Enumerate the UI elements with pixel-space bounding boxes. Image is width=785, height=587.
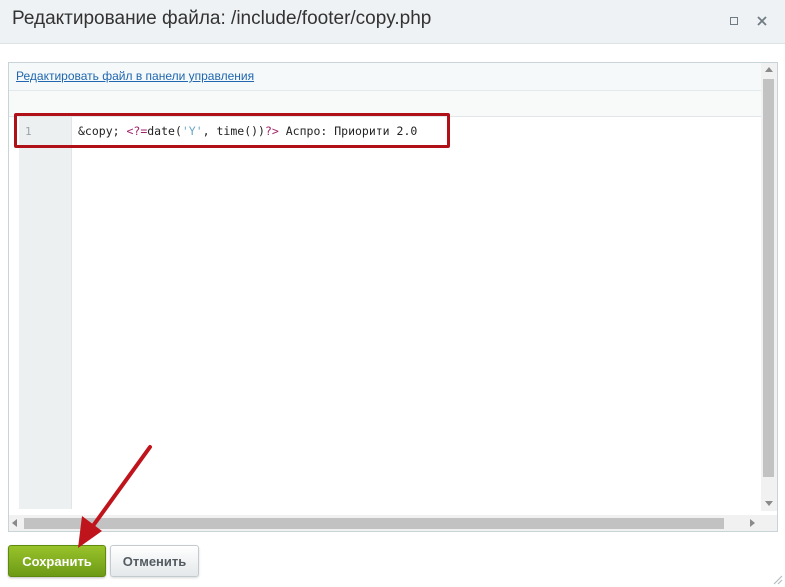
code-editor[interactable] [72, 117, 761, 509]
editor-frame: Редактировать файл в панели управления 1… [8, 62, 778, 532]
close-icon [757, 16, 767, 26]
scroll-up-icon[interactable] [765, 67, 773, 72]
editor-link-bar: Редактировать файл в панели управления [9, 63, 761, 91]
dialog-header: Редактирование файла: /include/footer/co… [0, 0, 785, 44]
horizontal-scroll-thumb[interactable] [24, 518, 724, 529]
close-button[interactable] [753, 12, 771, 30]
highlight-box [14, 113, 450, 148]
horizontal-scrollbar[interactable] [9, 515, 777, 531]
vertical-scrollbar[interactable] [761, 63, 777, 511]
save-button[interactable]: Сохранить [8, 545, 106, 577]
maximize-button[interactable] [725, 12, 743, 30]
dialog-title: Редактирование файла: /include/footer/co… [12, 8, 432, 29]
maximize-icon [730, 17, 738, 25]
vertical-scroll-thumb[interactable] [763, 79, 774, 477]
edit-in-control-panel-link[interactable]: Редактировать файл в панели управления [16, 69, 254, 83]
resize-grip-icon[interactable] [771, 573, 783, 585]
scroll-down-icon[interactable] [765, 501, 773, 506]
scroll-right-icon[interactable] [750, 519, 755, 527]
line-number-gutter [19, 117, 72, 509]
scroll-left-icon[interactable] [12, 519, 17, 527]
cancel-button[interactable]: Отменить [110, 545, 199, 577]
